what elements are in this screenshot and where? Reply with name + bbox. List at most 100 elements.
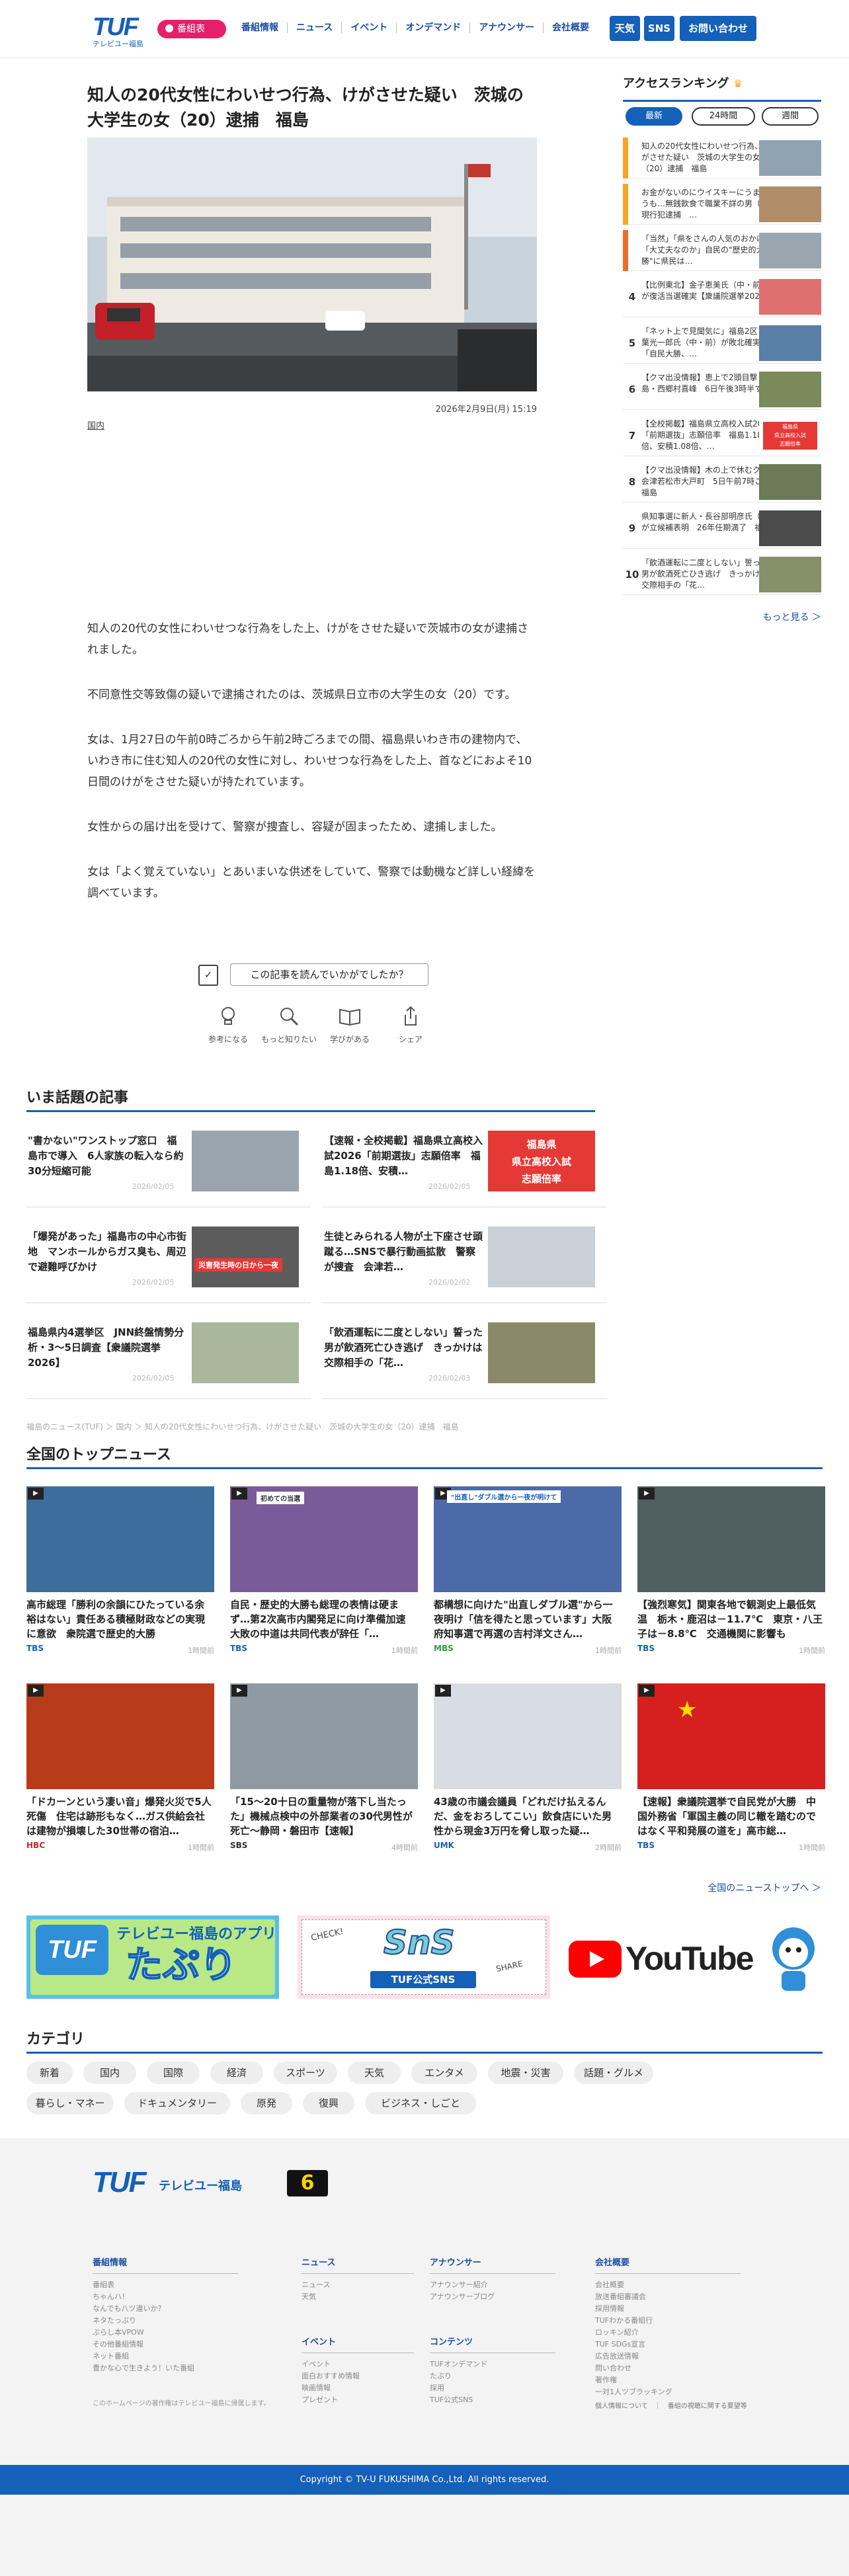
footer-link[interactable]: 採用情報	[595, 2303, 741, 2315]
reaction-helpful-button[interactable]: 参考になる	[198, 1004, 258, 1045]
category-chip[interactable]: 地震・災害	[488, 2062, 563, 2084]
national-news-item[interactable]: ▶ 【強烈寒気】関東各地で観測史上最低気温 栃木・鹿沼は－11.7℃ 東京・八王子…	[637, 1486, 825, 1658]
tab-weekly[interactable]: 週間	[762, 107, 819, 126]
footer-link[interactable]: アナウンサーブログ	[430, 2291, 555, 2303]
footer-link[interactable]: TUF公式SNS	[430, 2394, 555, 2406]
weather-button[interactable]: 天気	[610, 16, 640, 41]
breadcrumb[interactable]: 福島のニュース(TUF) ＞ 国内 ＞ 知人の20代女性にわいせつ行為、けがさせ…	[26, 1421, 820, 1432]
footer-link[interactable]: プレゼント	[302, 2394, 414, 2406]
footer-link[interactable]: なんでも八ツ違いか？	[93, 2303, 238, 2315]
ranking-item[interactable]: 9 県知事選に新人・長谷部明彦氏（58）が立候補表明 26年任期満了 福島	[623, 508, 821, 549]
footer-link[interactable]: ちゃんハ！	[93, 2291, 238, 2303]
footer-col-heading[interactable]: イベント	[302, 2337, 414, 2353]
category-chip[interactable]: 新着	[26, 2062, 73, 2084]
footer-link[interactable]: 一対1人ツブラッキング	[595, 2386, 741, 2398]
footer-link[interactable]: アナウンサー紹介	[430, 2279, 555, 2291]
footer-link[interactable]: その他番組情報	[93, 2339, 238, 2351]
footer-link[interactable]: ロッキン紹介	[595, 2327, 741, 2339]
nav-company[interactable]: 会社概要	[543, 22, 598, 33]
national-news-item[interactable]: ▶ 高市総理「勝利の余韻にひたっている余裕はない」責任ある積極財政などの実現に意欲…	[26, 1486, 214, 1658]
ranking-item[interactable]: 4 【比例東北】金子恵美氏（中・前）が復活当選確実【衆議院選挙2026】	[623, 276, 821, 317]
national-news-item[interactable]: ▶ 「ドカーンという凄い音」爆発火災で5人死傷 住宅は跡形もなく…ガス供給会社は建…	[26, 1683, 214, 1855]
footer-col-heading[interactable]: 番組情報	[93, 2257, 238, 2274]
footer-link[interactable]: 採用	[430, 2382, 555, 2394]
contact-button[interactable]: お問い合わせ	[680, 16, 756, 41]
footer-col-heading[interactable]: コンテンツ	[430, 2337, 555, 2353]
national-more-link[interactable]: 全国のニューストップへ ＞	[661, 1881, 821, 1894]
nav-programs[interactable]: 番組情報	[233, 22, 287, 33]
ranking-item[interactable]: 「当然」「県をさんの人気のおかげ」「大丈夫なのか」自民の"歴史的大勝"に県民は…	[623, 230, 821, 271]
category-chip[interactable]: ドキュメンタリー	[124, 2092, 230, 2114]
category-chip[interactable]: ビジネス・しごと	[365, 2092, 476, 2114]
ranking-item[interactable]: 8 【クマ出没情報】木の上で休むクマ 会津若松市大戸町 5日午前7時ごろ 福島	[623, 462, 821, 503]
category-chip[interactable]: 暮らし・マネー	[26, 2092, 114, 2114]
footer-link[interactable]: イベント	[302, 2358, 414, 2370]
tab-latest[interactable]: 最新	[626, 107, 682, 126]
footer-link[interactable]: 豊かな心で生きよう！いた番組	[93, 2362, 238, 2374]
footer-link[interactable]: 放送番組審議会	[595, 2291, 741, 2303]
footer-link[interactable]: ぶらし本VPOW	[93, 2327, 238, 2339]
category-chip[interactable]: エンタメ	[411, 2062, 477, 2084]
ranking-item[interactable]: 7 【全校掲載】福島県立高校入試2026「前期選抜」志願倍率 福島1.18倍、安積…	[623, 415, 821, 456]
footer-link[interactable]: 著作権	[595, 2374, 741, 2386]
trending-item[interactable]: 福島県内4選挙区 JNN終盤情勢分析・3～5日調査【衆議院選挙2026】 2026…	[26, 1320, 311, 1399]
footer-link[interactable]: TUFオンデマンド	[430, 2358, 555, 2370]
category-chip[interactable]: 国内	[83, 2062, 136, 2084]
tab-24h[interactable]: 24時間	[692, 107, 755, 126]
site-logo[interactable]: TUF テレビユー福島	[93, 15, 147, 48]
ranking-item[interactable]: 6 【クマ出没情報】恵上で2頭目撃 福島・西郷村喜峰 6日午後3時半すぎ	[623, 369, 821, 410]
reaction-more-button[interactable]: もっと知りたい	[259, 1004, 319, 1045]
footer-link[interactable]: 天気	[302, 2291, 414, 2303]
footer-link[interactable]: TUFわかる番組行	[595, 2315, 741, 2327]
sns-button[interactable]: SNS	[644, 16, 674, 41]
footer-col-heading[interactable]: ニュース	[302, 2257, 414, 2274]
trending-item[interactable]: 「飲酒運転に二度としない」誓った男が飲酒死亡ひき逃げ きっかけは交際相手の「花……	[323, 1320, 607, 1399]
nav-ondemand[interactable]: オンデマンド	[396, 22, 469, 33]
youtube-banner[interactable]: YouTube	[569, 1915, 821, 1999]
ranking-item[interactable]: 5 「ネット上で見聞気に」福島2区 玄葉光一郎氏（中・前）が敗北確実「自民大勝、…	[623, 323, 821, 364]
footer-link[interactable]: 広告放送情報	[595, 2351, 741, 2362]
program-guide-button[interactable]: 番組表	[157, 20, 226, 38]
app-banner[interactable]: TUF テレビユー福島のアプリ たぷり	[26, 1915, 279, 1999]
footer-link[interactable]: ネタたっぷり	[93, 2315, 238, 2327]
category-chip[interactable]: 国際	[147, 2062, 200, 2084]
footer-link[interactable]: たぷり	[430, 2370, 555, 2382]
category-chip[interactable]: 復興	[303, 2092, 354, 2114]
category-chip[interactable]: 経済	[210, 2062, 263, 2084]
category-chip[interactable]: 原発	[241, 2092, 292, 2114]
category-chip[interactable]: スポーツ	[274, 2062, 337, 2084]
footer-link[interactable]: TUF SDGs宣言	[595, 2339, 741, 2351]
footer-col-heading[interactable]: アナウンサー	[430, 2257, 555, 2274]
national-news-item[interactable]: ▶ 43歳の市議会議員「どれだけ払えるんだ、金をおろしてこい」飲食店にいた男性から…	[434, 1683, 622, 1855]
national-news-item[interactable]: ▶ ★ 【速報】衆議院選挙で自民党が大勝 中国外務省「軍国主義の同じ轍を踏むのではな…	[637, 1683, 825, 1855]
ranking-item[interactable]: お金がないのにウイスキーにうまそうも…無銭飲食で職業不詳の男（49）現行犯逮捕 …	[623, 184, 821, 225]
footer-col-heading[interactable]: 会社概要	[595, 2257, 741, 2274]
trending-item[interactable]: 【速報・全校掲載】福島県立高校入試2026「前期選抜」志願倍率 福島1.18倍、…	[323, 1128, 607, 1207]
trending-item[interactable]: 生徒とみられる人物が土下座させ頭蹴る…SNSで暴行動画拡散 警察が捜査 会津若……	[323, 1224, 607, 1303]
category-chip[interactable]: 話題・グルメ	[574, 2062, 653, 2084]
footer-link[interactable]: 映画情報	[302, 2382, 414, 2394]
share-button[interactable]: シェア	[381, 1004, 440, 1045]
national-news-item[interactable]: ▶ "出直し"ダブル選から一夜が明けて 都構想に向けた"出直しダブル選"から一夜明け…	[434, 1486, 622, 1658]
ranking-more-link[interactable]: もっと見る ＞	[623, 610, 821, 624]
ranking-item[interactable]: 10 「飲酒運転に二度としない」誓った男が飲酒死亡ひき逃げ きっかけは交際相手の「…	[623, 554, 821, 595]
trending-item[interactable]: "書かない"ワンストップ窓口 福島市で導入 6人家族の転入なら約30分短縮可能 2…	[26, 1128, 311, 1207]
footer-link[interactable]: ネット番組	[93, 2351, 238, 2362]
ranking-item[interactable]: 知人の20代女性にわいせつ行為、けがさせた疑い 茨城の大学生の女（20）逮捕 福…	[623, 138, 821, 179]
reaction-learn-button[interactable]: 学びがある	[320, 1004, 380, 1045]
footer-policy-links[interactable]: 個人情報について ｜ 番組の視聴に関する要望等	[595, 2400, 747, 2410]
category-chip[interactable]: 天気	[348, 2062, 401, 2084]
sns-banner[interactable]: CHECK! SnS TUF公式SNS SHARE	[298, 1915, 550, 1999]
footer-link[interactable]: 面白おすすめ情報	[302, 2370, 414, 2382]
national-news-item[interactable]: ▶ 「15～20十日の重量物が落下し当たった」機械点検中の外部業者の30代男性が死…	[230, 1683, 418, 1855]
article-category-link[interactable]: 国内	[87, 419, 104, 431]
national-news-item[interactable]: ▶ 初めての当選 自民・歴史的大勝も総理の表情は硬まず…第2次高市内閣発足に向け準備…	[230, 1486, 418, 1658]
footer-logo[interactable]: TUF	[93, 2166, 147, 2199]
nav-news[interactable]: ニュース	[287, 22, 341, 33]
nav-events[interactable]: イベント	[341, 22, 396, 33]
trending-item[interactable]: 「爆発があった」福島市の中心市街地 マンホールからガス臭も、周辺で避難呼びかけ 2…	[26, 1224, 311, 1303]
footer-link[interactable]: 問い合わせ	[595, 2362, 741, 2374]
footer-link[interactable]: ニュース	[302, 2279, 414, 2291]
footer-link[interactable]: 会社概要	[595, 2279, 741, 2291]
nav-announcers[interactable]: アナウンサー	[469, 22, 543, 33]
